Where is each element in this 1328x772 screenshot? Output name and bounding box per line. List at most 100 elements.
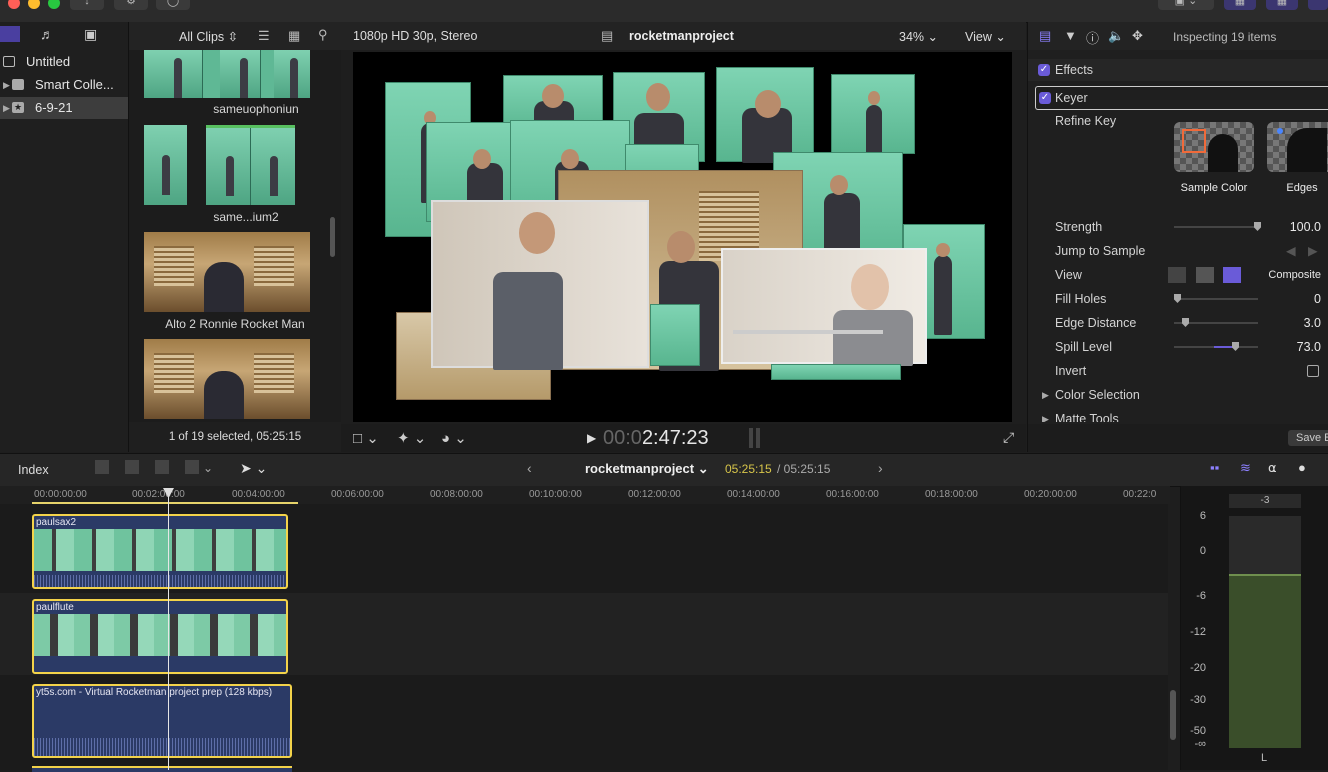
video-viewer[interactable]: [353, 52, 1012, 422]
share-button[interactable]: ▣ ⌄: [1158, 0, 1214, 10]
audio-inspector-icon[interactable]: 🔈: [1108, 28, 1124, 44]
param-jump-to-sample[interactable]: Jump to Sample ◀ ▶: [1028, 240, 1328, 262]
back-arrow-icon[interactable]: ‹: [527, 460, 532, 476]
disclosure-triangle-icon[interactable]: ▶: [3, 74, 10, 96]
info-icon[interactable]: ⓘ: [1086, 28, 1099, 47]
append-clip-icon[interactable]: [155, 460, 169, 474]
select-tool-icon[interactable]: ➤ ⌄: [240, 460, 267, 477]
audio-meter-mini-left: [749, 428, 753, 448]
timeline-clip[interactable]: paulsax2: [32, 514, 288, 589]
timeline-ruler[interactable]: 00:00:00:00 00:02:00:00 00:04:00:00 00:0…: [0, 486, 1170, 504]
library-event-6-9-21[interactable]: ▶ ★ 6-9-21: [0, 97, 128, 119]
video-inspector-icon[interactable]: ▤: [1039, 28, 1051, 44]
save-effects-preset-button[interactable]: Save E: [1288, 430, 1328, 446]
timeline-toggle-button[interactable]: ▦: [1266, 0, 1298, 10]
titles-icon[interactable]: ▣: [84, 26, 104, 42]
photos-icon[interactable]: ♬: [40, 26, 60, 42]
strength-slider[interactable]: [1174, 222, 1261, 231]
library-smart-collections[interactable]: ▶ Smart Colle...: [0, 74, 128, 96]
keywords-button[interactable]: ⚙: [114, 0, 148, 10]
edge-distance-slider[interactable]: [1174, 318, 1258, 327]
timeline-clip[interactable]: [32, 766, 292, 772]
keyer-checkbox[interactable]: ✓: [1039, 92, 1051, 104]
retime-speed-icon[interactable]: ◕ ⌄: [441, 429, 467, 447]
meter-level: [1229, 574, 1301, 748]
view-mode-icon[interactable]: [1168, 267, 1186, 283]
clip-thumbnail[interactable]: [144, 339, 310, 419]
matte-tools-section[interactable]: ▶ Matte Tools: [1028, 408, 1328, 422]
overwrite-clip-icon[interactable]: [185, 460, 199, 474]
disclosure-triangle-icon[interactable]: ▶: [3, 97, 10, 119]
param-strength[interactable]: Strength 100.0: [1028, 216, 1328, 238]
browser-scrollbar[interactable]: [330, 217, 335, 257]
sample-color-button[interactable]: [1174, 122, 1254, 172]
clip-thumbnail[interactable]: [206, 125, 295, 205]
effects-checkbox[interactable]: ✓: [1038, 64, 1050, 76]
matte-mode-icon[interactable]: [1196, 267, 1214, 283]
keyer-effect[interactable]: ✓ Keyer: [1035, 86, 1328, 110]
share-icon: ▣ ⌄: [1174, 0, 1198, 7]
next-sample-icon[interactable]: ▶: [1308, 240, 1318, 262]
invert-checkbox[interactable]: [1307, 365, 1319, 377]
clip-filter-dropdown[interactable]: All Clips ⇳: [179, 29, 238, 44]
param-edge-distance[interactable]: Edge Distance 3.0: [1028, 312, 1328, 334]
browser-toggle-button[interactable]: ▦: [1224, 0, 1256, 10]
skimming-icon[interactable]: ▪▪: [1210, 460, 1219, 475]
project-name[interactable]: rocketmanproject ⌄: [585, 461, 709, 477]
close-window-button[interactable]: [8, 0, 20, 9]
list-view-icon[interactable]: ☰: [258, 28, 270, 44]
color-selection-section[interactable]: ▶ Color Selection: [1028, 384, 1328, 406]
fullscreen-icon[interactable]: ⤢: [1003, 429, 1014, 446]
download-arrow-icon: ↓: [84, 0, 90, 7]
edges-button[interactable]: [1267, 122, 1328, 172]
libraries-icon[interactable]: [0, 26, 20, 42]
library-untitled[interactable]: Untitled: [0, 51, 128, 73]
clip-thumbnail[interactable]: [144, 232, 310, 312]
timeline-index-button[interactable]: Index: [18, 463, 49, 477]
color-inspector-icon[interactable]: ▼: [1064, 28, 1077, 43]
viewer-footer: □ ⌄ ✦ ⌄ ◕ ⌄ ▶ 00:02:47:23 ⤢: [341, 424, 1026, 452]
background-tasks-button[interactable]: ◯: [156, 0, 190, 10]
previous-sample-icon[interactable]: ◀: [1286, 240, 1296, 262]
fill-holes-slider[interactable]: [1174, 294, 1258, 303]
param-invert[interactable]: Invert: [1028, 360, 1328, 382]
view-dropdown[interactable]: View ⌄: [965, 29, 1006, 44]
transform-icon[interactable]: □ ⌄: [353, 429, 379, 447]
param-view[interactable]: View Composite: [1028, 264, 1328, 286]
insert-clip-icon[interactable]: [125, 460, 139, 474]
param-spill-level[interactable]: Spill Level 73.0: [1028, 336, 1328, 358]
disclosure-triangle-icon[interactable]: ▶: [1042, 408, 1049, 422]
playhead[interactable]: [163, 488, 174, 770]
timeline-clip[interactable]: yt5s.com - Virtual Rocketman project pre…: [32, 684, 292, 758]
param-fill-holes[interactable]: Fill Holes 0: [1028, 288, 1328, 310]
timecode-display[interactable]: 00:02:47:23: [603, 427, 709, 450]
headphones-icon[interactable]: ⍺: [1268, 460, 1277, 476]
audio-skimming-icon[interactable]: ≋: [1240, 460, 1251, 476]
filmstrip-icon[interactable]: ▦: [288, 28, 300, 44]
browser-footer: 1 of 19 selected, 05:25:15: [129, 422, 341, 452]
forward-arrow-icon[interactable]: ›: [878, 460, 883, 476]
spill-level-slider[interactable]: [1174, 342, 1258, 351]
clip-thumbnail[interactable]: [144, 125, 187, 205]
play-button[interactable]: ▶: [587, 431, 596, 445]
timeline-clip[interactable]: paulflute: [32, 599, 288, 674]
transition-inspector-icon[interactable]: ✥: [1132, 28, 1143, 44]
composite-mode-icon[interactable]: [1223, 267, 1241, 283]
zoom-window-button[interactable]: [48, 0, 60, 9]
enhance-magic-wand-icon[interactable]: ✦ ⌄: [397, 429, 426, 447]
minimize-window-button[interactable]: [28, 0, 40, 9]
timeline-scrollbar[interactable]: [1170, 690, 1176, 740]
chevron-down-icon[interactable]: ⌄: [203, 461, 213, 475]
inspector-toggle-button[interactable]: [1308, 0, 1328, 10]
search-icon[interactable]: ⚲: [318, 27, 328, 43]
clip-thumbnail[interactable]: [144, 50, 310, 98]
timeline-tracks[interactable]: paulsax2 paulflute yt5s.com - Virtual Ro…: [0, 504, 1176, 772]
snapping-icon[interactable]: ●: [1298, 460, 1306, 475]
import-button[interactable]: ↓: [70, 0, 104, 10]
connect-clip-icon[interactable]: [95, 460, 109, 474]
clip-filmstrip: [34, 529, 286, 571]
disclosure-triangle-icon[interactable]: ▶: [1042, 384, 1049, 406]
audio-waveform: [34, 738, 290, 756]
effects-section[interactable]: ✓ Effects: [1028, 59, 1328, 81]
zoom-dropdown[interactable]: 34% ⌄: [899, 29, 938, 44]
